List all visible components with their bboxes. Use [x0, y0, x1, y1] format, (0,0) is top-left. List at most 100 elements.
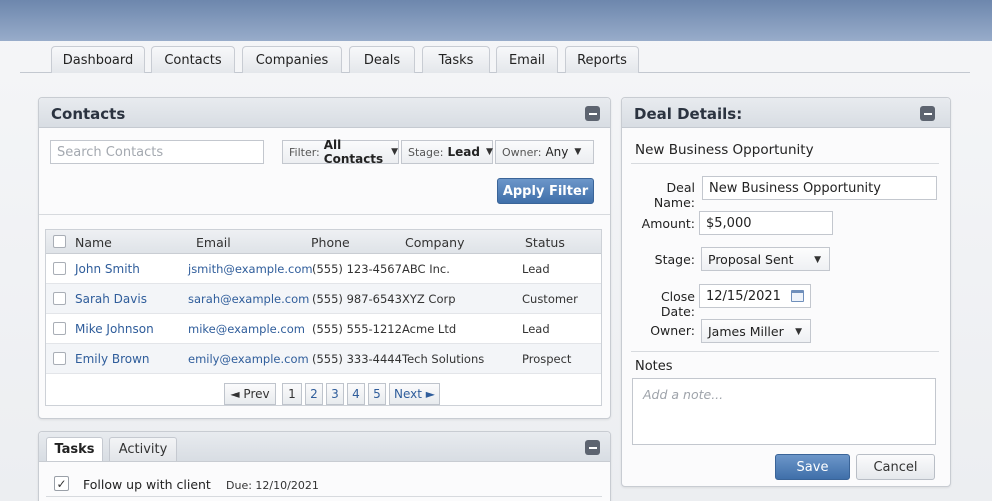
close-date-field[interactable]: 12/15/2021: [699, 284, 811, 308]
owner-value: Any: [545, 145, 569, 159]
tab-tasks-panel[interactable]: Tasks: [46, 437, 103, 461]
next-page-button[interactable]: Next ►: [389, 383, 440, 405]
chevron-down-icon: ▼: [574, 147, 582, 157]
contact-status: Prospect: [522, 352, 572, 366]
contact-phone: (555) 123-4567: [312, 262, 402, 276]
contact-name-link[interactable]: John Smith: [75, 254, 140, 284]
table-row[interactable]: Sarah Davis sarah@example.com (555) 987-…: [46, 284, 601, 314]
main-nav: Dashboard Contacts Companies Deals Tasks…: [20, 44, 970, 73]
contact-email-link[interactable]: sarah@example.com: [188, 284, 309, 314]
amount-field[interactable]: $5,000: [699, 211, 833, 235]
stage-label: Stage:: [654, 252, 695, 267]
divider: [631, 351, 939, 352]
tab-dashboard[interactable]: Dashboard: [51, 46, 145, 73]
divider: [39, 214, 610, 215]
filter-label: Filter:: [289, 145, 320, 159]
contact-phone: (555) 987-6543: [312, 292, 402, 306]
deal-heading: New Business Opportunity: [635, 142, 814, 158]
stage-select[interactable]: Proposal Sent ▼: [701, 247, 830, 271]
deal-details-title: Deal Details:: [634, 105, 743, 123]
tab-reports[interactable]: Reports: [565, 46, 639, 73]
chevron-down-icon: ▼: [485, 147, 493, 157]
contact-company: Acme Ltd: [402, 322, 457, 336]
close-date-value: 12/15/2021: [706, 288, 781, 304]
chevron-down-icon: ▼: [795, 327, 802, 337]
contact-email-link[interactable]: emily@example.com: [188, 344, 309, 374]
contact-name-link[interactable]: Sarah Davis: [75, 284, 147, 314]
page-4-button[interactable]: 4: [347, 383, 365, 405]
tab-activity[interactable]: Activity: [109, 437, 177, 461]
contact-phone: (555) 333-4444: [312, 352, 402, 366]
app-header-bar: [0, 0, 992, 41]
prev-page-button[interactable]: ◄ Prev: [224, 383, 276, 405]
task-label: Follow up with client: [83, 477, 211, 492]
close-date-label: Close Date:: [660, 289, 695, 319]
divider: [46, 496, 602, 497]
filter-value: All Contacts: [323, 138, 384, 166]
table-row[interactable]: Emily Brown emily@example.com (555) 333-…: [46, 344, 601, 374]
tab-tasks[interactable]: Tasks: [422, 46, 490, 73]
column-header-phone[interactable]: Phone: [311, 230, 350, 254]
owner-label: Owner:: [650, 323, 695, 338]
search-placeholder: Search Contacts: [57, 144, 164, 160]
tab-contacts[interactable]: Contacts: [151, 46, 235, 73]
contact-phone: (555) 555-1212: [312, 322, 402, 336]
amount-label: Amount:: [641, 216, 695, 231]
tab-companies[interactable]: Companies: [242, 46, 342, 73]
contacts-panel-header: Contacts: [39, 98, 610, 128]
contact-email-link[interactable]: mike@example.com: [188, 314, 305, 344]
row-checkbox[interactable]: [53, 292, 66, 305]
table-row[interactable]: Mike Johnson mike@example.com (555) 555-…: [46, 314, 601, 344]
deal-details-header: Deal Details:: [622, 98, 950, 128]
page-5-button[interactable]: 5: [368, 383, 386, 405]
deal-name-field[interactable]: New Business Opportunity: [702, 176, 937, 200]
stage-select-value: Proposal Sent: [708, 251, 794, 267]
task-checkbox[interactable]: ✓: [54, 476, 69, 491]
divider: [39, 461, 610, 462]
stage-label: Stage:: [408, 145, 444, 159]
contact-status: Lead: [522, 262, 550, 276]
contact-name-link[interactable]: Mike Johnson: [75, 314, 154, 344]
filter-dropdown[interactable]: Filter: All Contacts ▼: [282, 138, 399, 166]
column-header-name[interactable]: Name: [75, 230, 112, 254]
chevron-down-icon: ▼: [814, 255, 821, 265]
column-header-company[interactable]: Company: [405, 230, 464, 254]
contact-company: XYZ Corp: [402, 292, 456, 306]
column-header-email[interactable]: Email: [196, 230, 231, 254]
stage-value: Lead: [447, 145, 480, 159]
owner-select-value: James Miller: [708, 323, 784, 339]
cancel-button[interactable]: Cancel: [856, 454, 935, 480]
calendar-icon[interactable]: [791, 290, 804, 302]
contact-status: Lead: [522, 322, 550, 336]
row-checkbox[interactable]: [53, 352, 66, 365]
notes-placeholder: Add a note...: [643, 387, 724, 402]
contact-email-link[interactable]: jsmith@example.com: [188, 254, 313, 284]
minimize-icon[interactable]: [585, 106, 600, 121]
row-checkbox[interactable]: [53, 262, 66, 275]
save-button[interactable]: Save: [775, 454, 850, 480]
contact-name-link[interactable]: Emily Brown: [75, 344, 150, 374]
chevron-down-icon: ▼: [391, 147, 398, 157]
owner-select[interactable]: James Miller ▼: [701, 319, 811, 343]
column-header-status[interactable]: Status: [525, 230, 565, 254]
contact-status: Customer: [522, 292, 578, 306]
contact-company: Tech Solutions: [402, 352, 485, 366]
task-due-date: Due: 12/10/2021: [226, 479, 319, 492]
row-checkbox[interactable]: [53, 322, 66, 335]
stage-dropdown[interactable]: Stage: Lead ▼: [401, 140, 493, 164]
page-1-button[interactable]: 1: [282, 383, 302, 405]
tab-email[interactable]: Email: [496, 46, 558, 73]
owner-dropdown[interactable]: Owner: Any ▼: [495, 140, 594, 164]
search-contacts-input[interactable]: Search Contacts: [50, 140, 264, 164]
minimize-icon[interactable]: [585, 440, 600, 455]
minimize-icon[interactable]: [920, 106, 935, 121]
page-3-button[interactable]: 3: [326, 383, 344, 405]
page-2-button[interactable]: 2: [305, 383, 323, 405]
notes-textarea[interactable]: Add a note...: [632, 378, 936, 445]
table-row[interactable]: John Smith jsmith@example.com (555) 123-…: [46, 254, 601, 284]
tab-deals[interactable]: Deals: [349, 46, 415, 73]
select-all-checkbox[interactable]: [53, 235, 66, 248]
contacts-panel-title: Contacts: [51, 105, 126, 123]
deal-name-label: Deal Name:: [653, 180, 695, 210]
apply-filter-button[interactable]: Apply Filter: [497, 178, 594, 204]
